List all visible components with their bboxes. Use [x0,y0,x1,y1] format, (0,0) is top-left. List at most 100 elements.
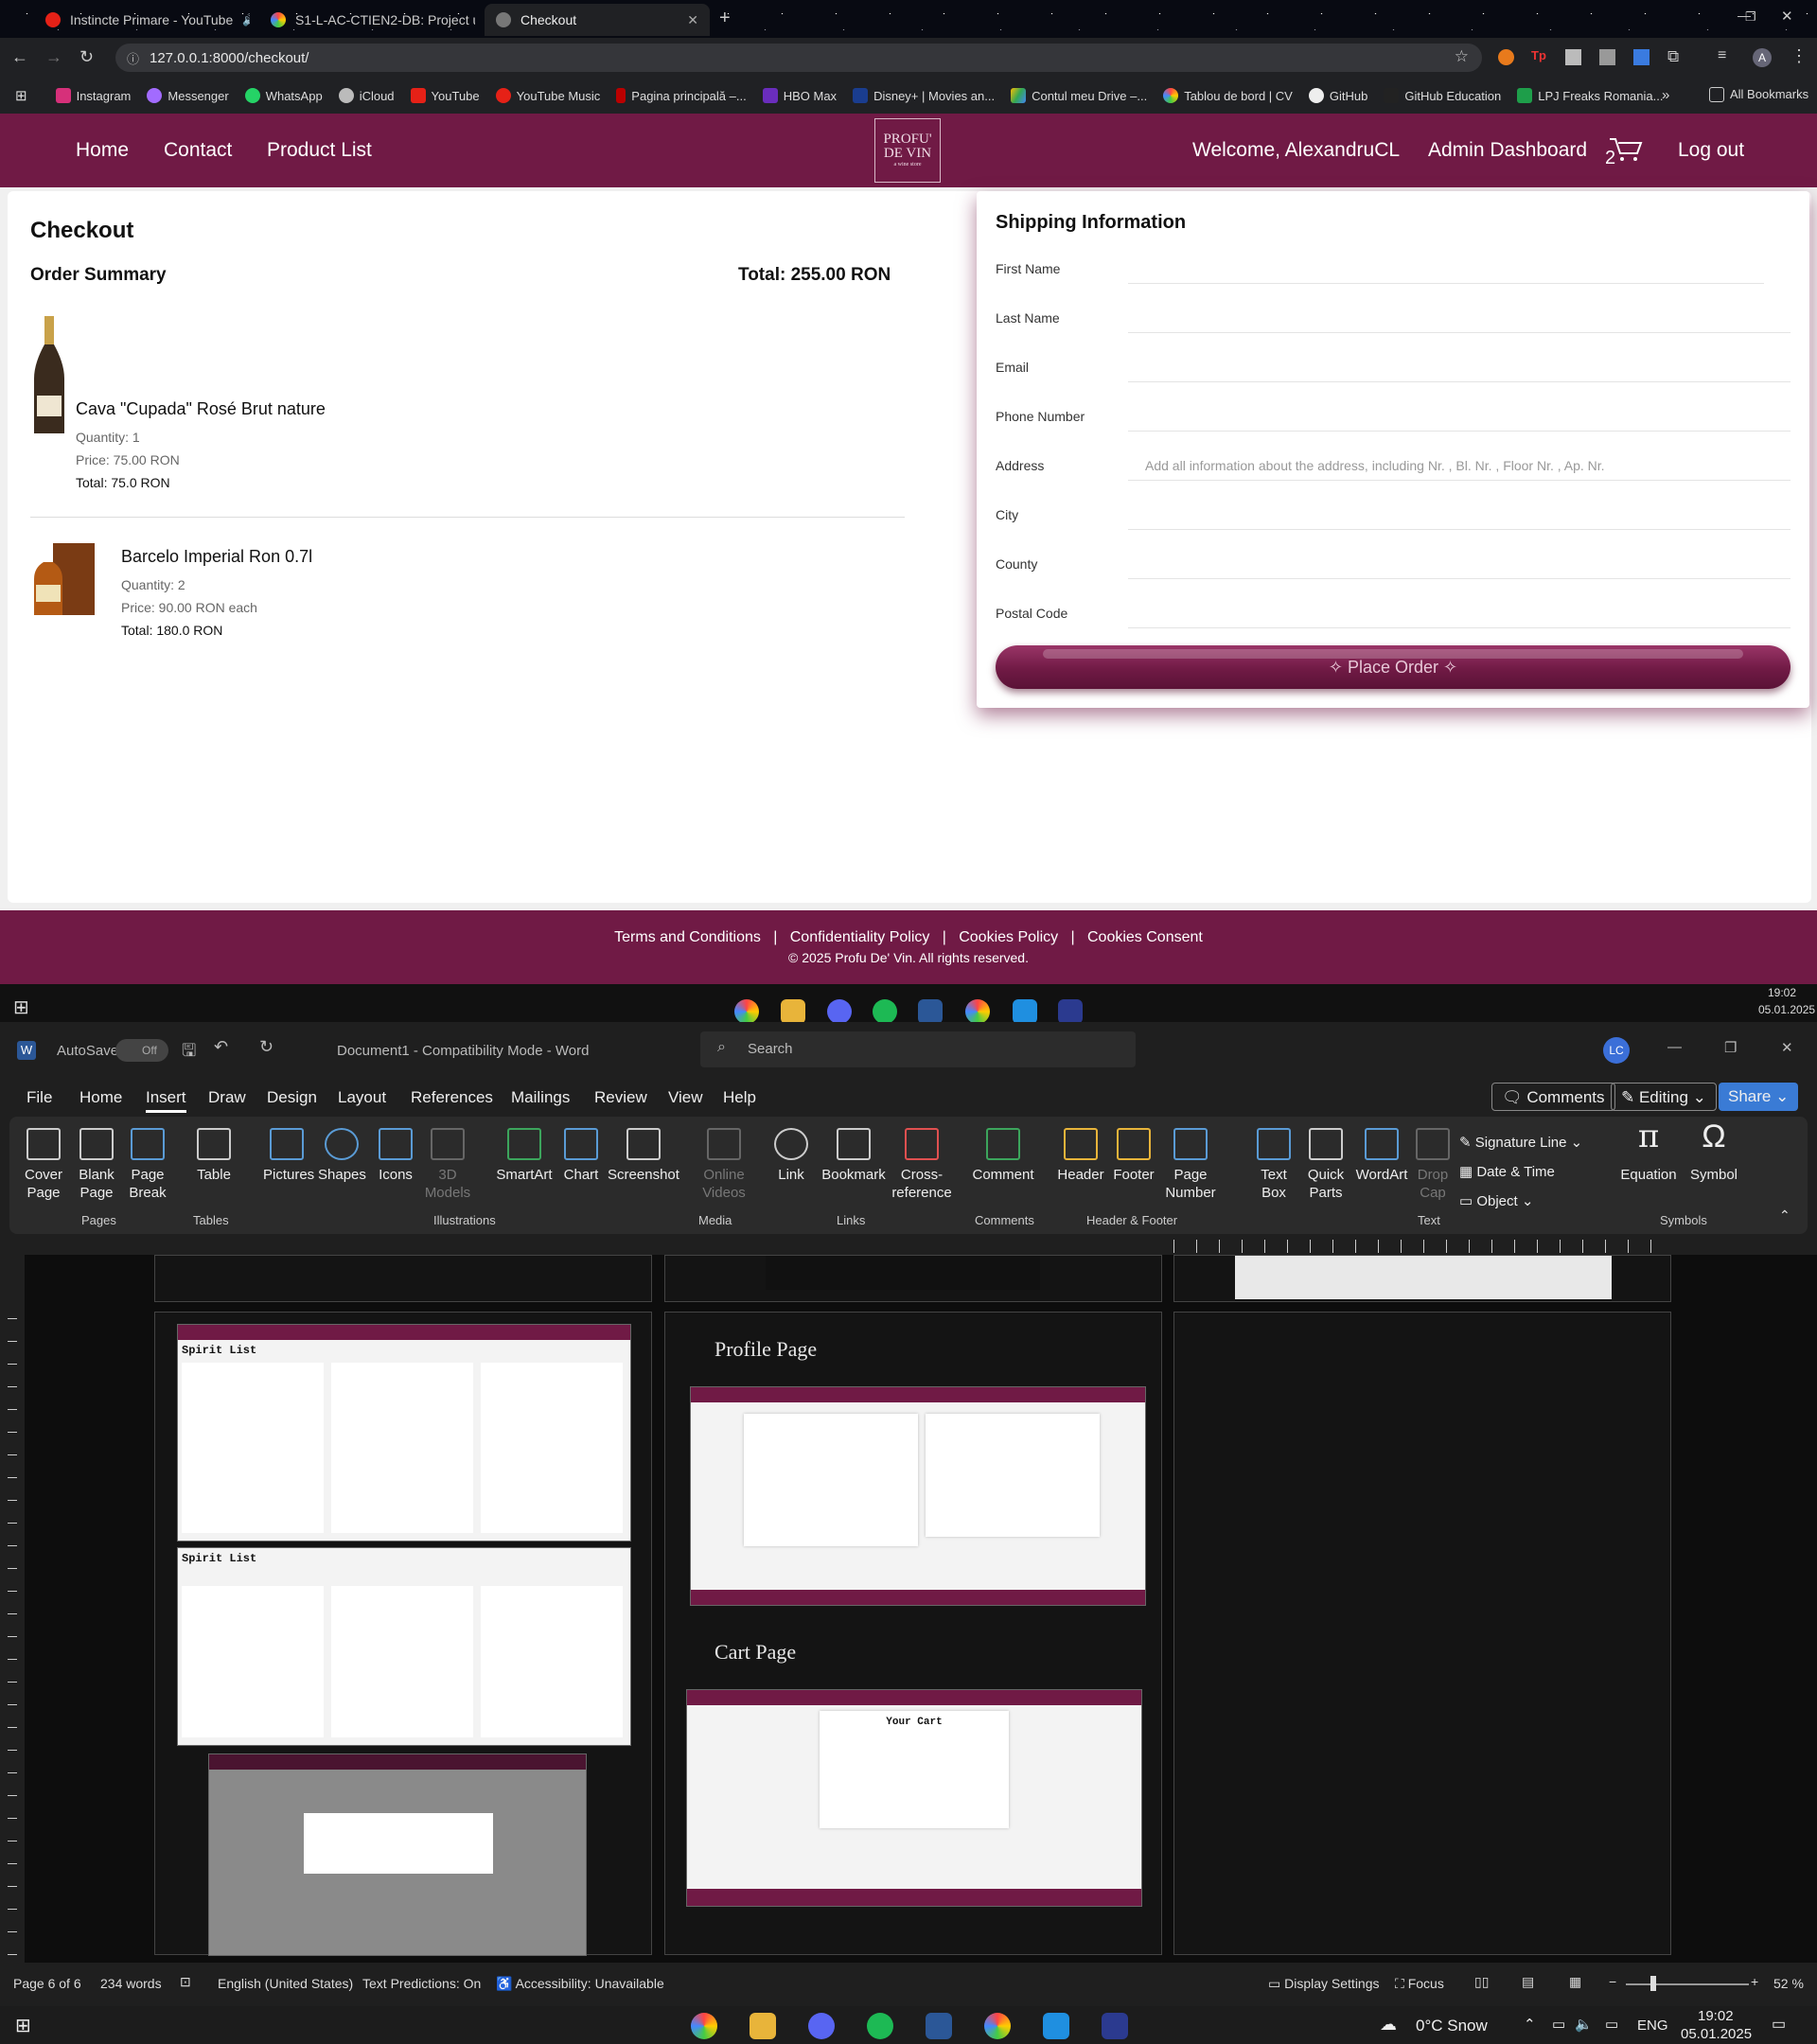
tab-project[interactable]: S1-L-AC-CTIEN2-DB: Project up ✕ [259,4,475,36]
restore-icon[interactable]: ❐ [1724,1039,1737,1056]
comment-button[interactable]: Comment [965,1128,1041,1184]
bookmark-item[interactable]: GitHub Education [1384,88,1501,103]
profile-avatar[interactable]: A [1753,48,1772,67]
weather-icon[interactable]: ☁ [1380,2015,1397,2035]
address-field[interactable]: Add all information about the address, i… [1128,449,1791,481]
chevron-up-icon[interactable]: ⌃ [1524,2016,1536,2033]
file-explorer-icon[interactable] [781,999,805,1024]
footer-confidentiality-link[interactable]: Confidentiality Policy [790,929,930,945]
share-button[interactable]: Share ⌄ [1719,1083,1799,1111]
icons-button[interactable]: Icons [377,1128,415,1184]
close-icon[interactable]: ✕ [1781,1039,1793,1056]
drop-cap-button[interactable]: Drop Cap [1412,1128,1454,1202]
address-bar[interactable]: ⓘ 127.0.0.1:8000/checkout/ ☆ [115,44,1482,72]
language-indicator[interactable]: ENG [1637,2018,1668,2034]
bookmark-item[interactable]: HBO Max [762,88,837,103]
tab-references[interactable]: References [411,1088,493,1107]
bookmark-item[interactable]: WhatsApp [244,88,323,103]
forward-icon[interactable]: → [45,47,62,67]
document-area[interactable]: Spirit List Spirit List Profile Page Car… [25,1255,1817,1963]
date-time-button[interactable]: ▦ Date & Time [1459,1157,1582,1187]
object-button[interactable]: ▭ Object ⌄ [1459,1187,1582,1216]
footer-terms-link[interactable]: Terms and Conditions [614,929,761,945]
menu-icon[interactable]: ⋮ [1791,46,1808,66]
file-explorer-icon[interactable] [750,2013,776,2039]
chrome-icon[interactable] [691,2013,717,2039]
city-field[interactable] [1128,498,1791,530]
site-logo[interactable]: PROFU' DE VIN a wine store [874,118,941,183]
chart-button[interactable]: Chart [562,1128,600,1184]
apps-icon[interactable]: ⊞ [15,87,27,104]
weather-text[interactable]: 0°C Snow [1416,2017,1488,2035]
media-icon[interactable]: ≡ [1718,47,1726,64]
tab-layout[interactable]: Layout [338,1088,386,1107]
bookmark-item[interactable]: Tablou de bord | CV [1163,88,1293,103]
extension-icon[interactable]: Tp [1531,48,1546,62]
language-status[interactable]: English (United States) [218,1976,353,1991]
extension-icon[interactable] [1633,49,1649,65]
spotify-icon[interactable] [873,999,897,1024]
chrome-icon[interactable] [965,999,990,1024]
bookmark-button[interactable]: Bookmark [818,1128,890,1184]
powershell-icon[interactable] [1058,999,1083,1024]
shapes-button[interactable]: Shapes [318,1128,366,1184]
editing-button[interactable]: ✎ Editing ⌄ [1611,1083,1717,1111]
tab-view[interactable]: View [668,1088,703,1107]
extension-icon[interactable] [1498,49,1514,65]
symbol-button[interactable]: Ω Symbol [1688,1120,1739,1184]
notification-icon[interactable]: ▭ [1772,2015,1786,2034]
bookmark-item[interactable]: YouTube Music [495,88,600,103]
speaker-icon[interactable]: 🔈 [1575,2016,1593,2033]
cover-page-button[interactable]: Cover Page [23,1128,64,1202]
minimize-icon[interactable]: — [1667,1039,1682,1055]
word-icon[interactable] [918,999,943,1024]
bookmark-item[interactable]: LPJ Freaks Romania... [1517,88,1663,103]
bookmark-item[interactable]: GitHub [1308,88,1367,103]
county-field[interactable] [1128,547,1791,579]
focus-button[interactable]: ⛶ Focus [1395,1976,1444,1992]
discord-icon[interactable] [827,999,852,1024]
reload-icon[interactable]: ↻ [79,47,94,67]
bookmark-item[interactable]: iCloud [338,88,395,103]
new-tab-icon[interactable]: + [719,8,731,29]
web-layout-icon[interactable]: ▦ [1569,1974,1581,1990]
vscode-icon[interactable] [1043,2013,1069,2039]
link-button[interactable]: Link [772,1128,810,1184]
user-avatar[interactable]: LC [1603,1037,1630,1064]
cross-reference-button[interactable]: Cross-reference [891,1128,952,1202]
equation-button[interactable]: π Equation [1618,1120,1679,1184]
vscode-icon[interactable] [1013,999,1037,1024]
bookmark-item[interactable]: Messenger [147,88,229,103]
chrome-icon[interactable] [984,2013,1011,2039]
star-icon[interactable]: ☆ [1455,47,1469,66]
back-icon[interactable]: ← [11,47,28,67]
spotify-icon[interactable] [867,2013,893,2039]
clock-date[interactable]: 05.01.2025 [1681,2026,1752,2042]
proofing-icon[interactable]: ⊡ [180,1974,191,1990]
accessibility-status[interactable]: ♿ Accessibility: Unavailable [496,1976,664,1992]
footer-cookies-consent-link[interactable]: Cookies Consent [1087,929,1203,945]
discord-icon[interactable] [808,2013,835,2039]
extension-icon[interactable] [1565,49,1581,65]
word-icon[interactable] [926,2013,952,2039]
place-order-button[interactable]: ✧ Place Order ✧ [996,645,1791,689]
bookmark-item[interactable]: Instagram [55,88,131,103]
quick-parts-button[interactable]: Quick Parts [1302,1128,1350,1202]
tab-help[interactable]: Help [723,1088,756,1107]
text-box-button[interactable]: Text Box [1253,1128,1295,1202]
tab-insert[interactable]: Insert [146,1088,186,1113]
zoom-in-icon[interactable]: + [1751,1974,1758,1989]
powershell-icon[interactable] [1102,2013,1128,2039]
close-icon[interactable]: ✕ [687,12,698,28]
zoom-slider-thumb[interactable] [1650,1976,1656,1991]
footer-button[interactable]: Footer [1109,1128,1158,1184]
tab-draw[interactable]: Draw [208,1088,246,1107]
tab-youtube[interactable]: Instincte Primare - YouTube 🔊 ✕ [34,4,250,36]
page-number-button[interactable]: Page Number [1160,1128,1221,1202]
collapse-ribbon-icon[interactable]: ⌃ [1779,1207,1791,1224]
screenshot-button[interactable]: Screenshot [608,1128,679,1184]
bookmark-item[interactable]: Disney+ | Movies an... [853,88,995,103]
footer-cookies-policy-link[interactable]: Cookies Policy [959,929,1058,945]
table-button[interactable]: Table [193,1128,235,1184]
last-name-field[interactable] [1128,301,1791,333]
